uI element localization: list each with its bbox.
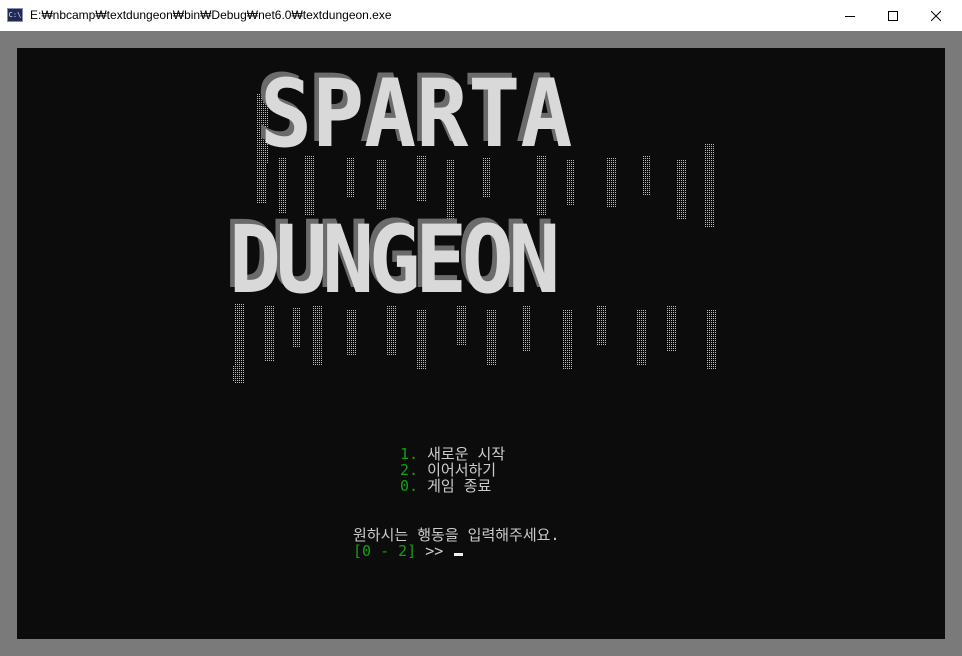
window-title: E:₩nbcamp₩textdungeon₩bin₩Debug₩net6.0₩t… (30, 8, 392, 22)
banner-line-2: DUNGEON (229, 206, 560, 315)
action-prompt: 원하시는 행동을 입력해주세요. (353, 526, 560, 544)
input-range: [0 - 2] (353, 542, 417, 560)
input-arrows: >> (425, 542, 444, 560)
banner-line-1: SPARTA (260, 60, 573, 169)
text-cursor (454, 553, 464, 556)
console-output[interactable]: SPARTA DUNGEON 1. 새로운 시작 2. 이어서하기 0. 게임 … (17, 48, 945, 639)
minimize-button[interactable] (827, 0, 873, 31)
menu-label: 게임 종료 (427, 477, 492, 495)
maximize-icon (888, 10, 898, 21)
input-line[interactable]: [0 - 2] >> (353, 542, 464, 560)
menu-key: 0. (400, 477, 419, 495)
console-app-icon[interactable]: C:\ (7, 8, 23, 22)
close-button[interactable] (913, 0, 959, 31)
menu-item-new-game: 1. 새로운 시작 (400, 446, 505, 462)
maximize-button[interactable] (870, 0, 916, 31)
menu-item-continue: 2. 이어서하기 (400, 462, 496, 478)
minimize-icon (845, 15, 855, 17)
title-bar[interactable]: C:\ E:₩nbcamp₩textdungeon₩bin₩Debug₩net6… (0, 0, 962, 32)
close-icon (931, 10, 941, 21)
console-window: C:\ E:₩nbcamp₩textdungeon₩bin₩Debug₩net6… (0, 0, 962, 656)
menu-item-exit: 0. 게임 종료 (400, 478, 491, 494)
